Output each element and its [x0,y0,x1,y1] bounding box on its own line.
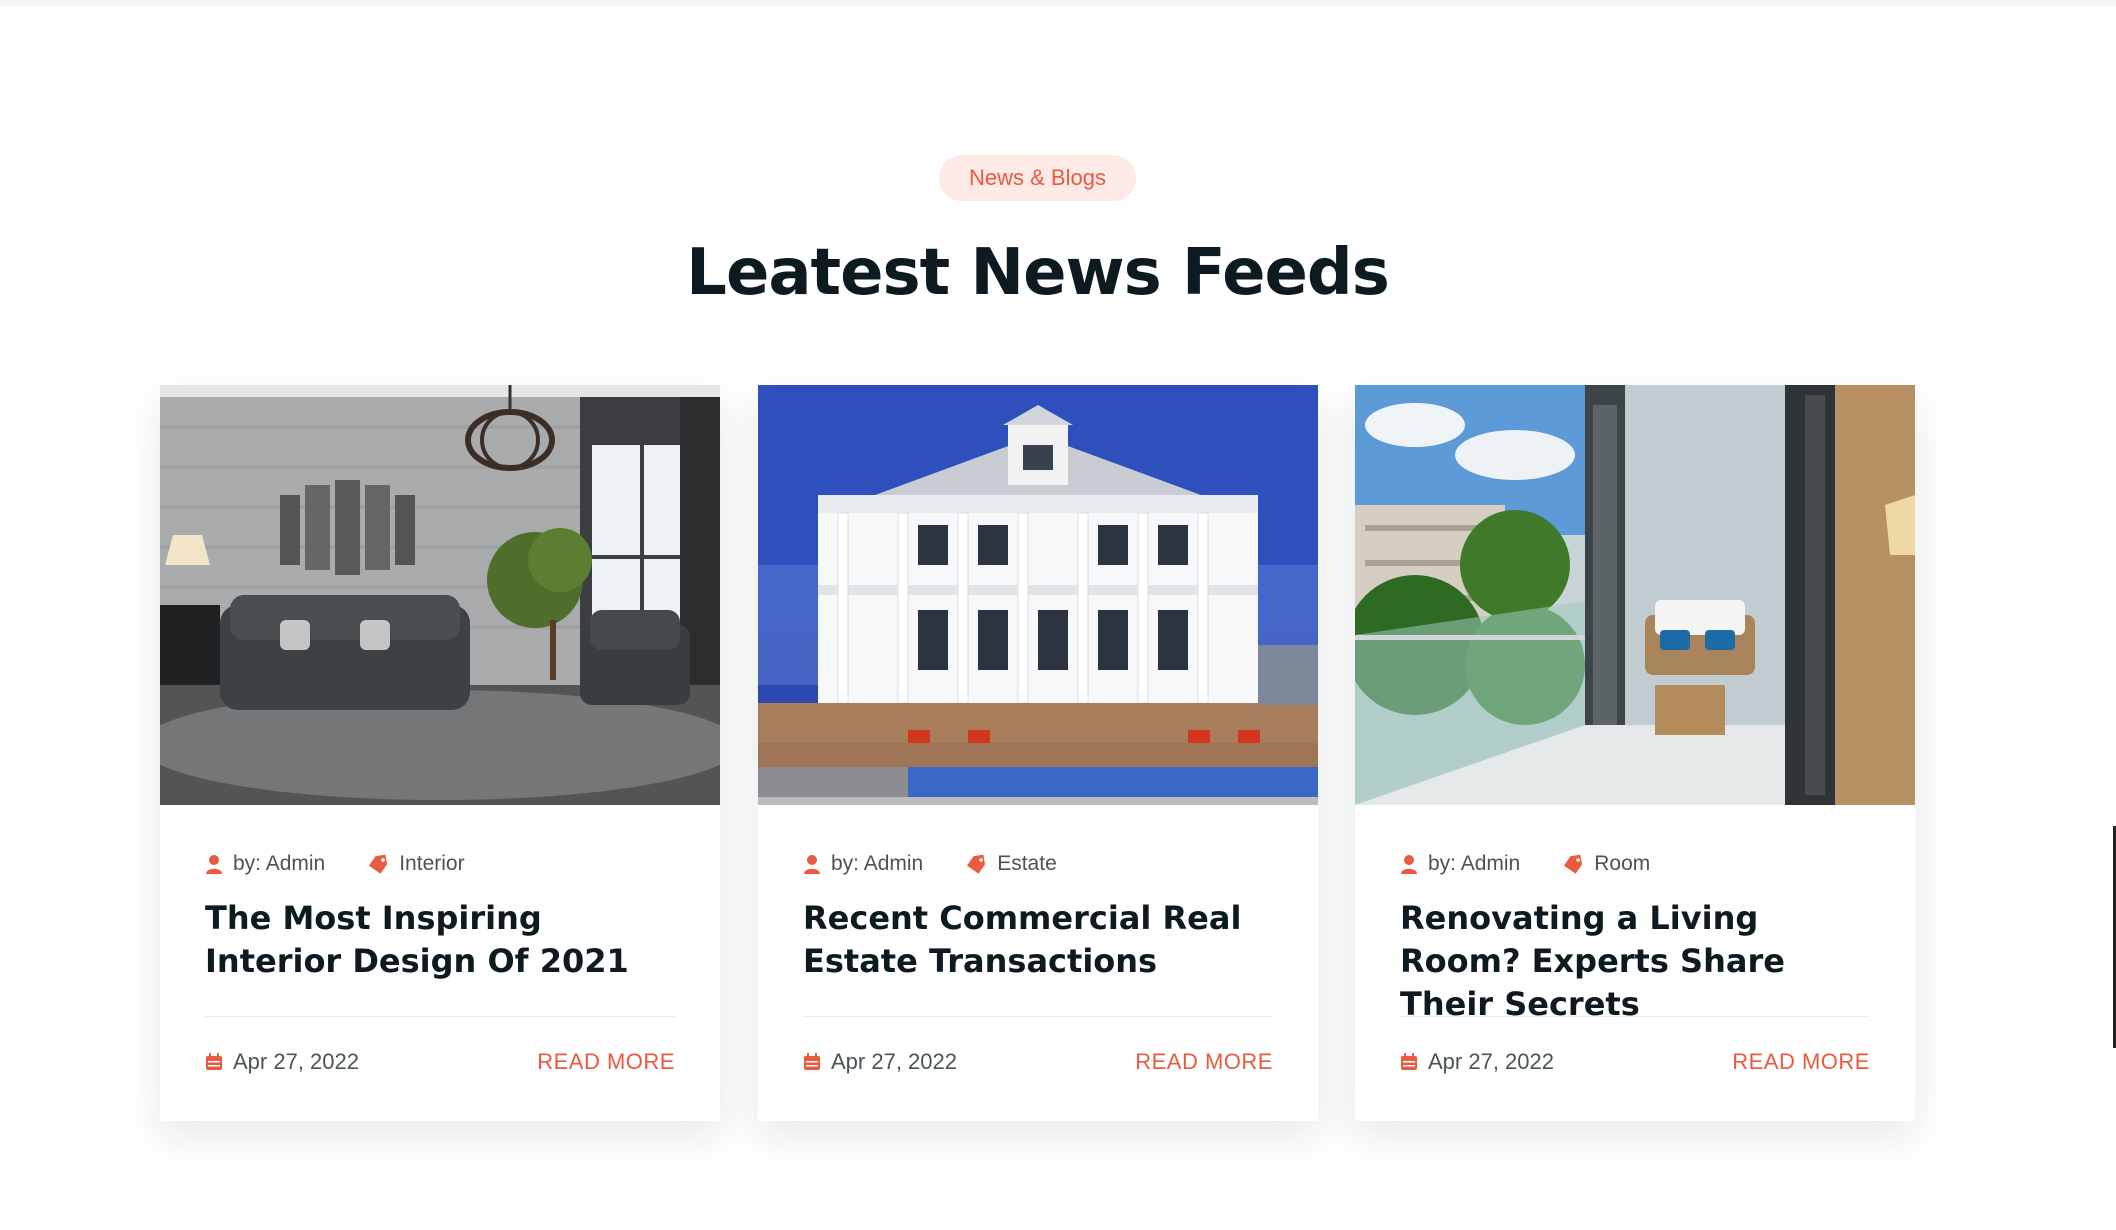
author-meta[interactable]: by: Admin [1400,852,1520,876]
read-more-link[interactable]: READ MORE [1732,1049,1870,1075]
date-label: Apr 27, 2022 [233,1049,359,1074]
author-label: by: Admin [831,852,924,875]
section-title: Leatest News Feeds [686,236,1390,310]
author-label: by: Admin [233,852,326,875]
tag-icon [1564,854,1583,874]
category-label: Interior [399,852,465,875]
calendar-icon [804,1053,820,1070]
category-label: Estate [997,852,1057,875]
top-divider-strip [0,0,2116,6]
balcony-image [1355,385,1915,805]
card-divider [803,1016,1273,1017]
card-divider [205,1016,675,1017]
blog-card[interactable]: by: Admin Estate Recent Commercial Real … [758,385,1318,1121]
date-label: Apr 27, 2022 [831,1049,957,1074]
read-more-link[interactable]: READ MORE [537,1049,675,1075]
card-meta: by: Admin Room [1400,852,1692,876]
calendar-icon [206,1053,222,1070]
tag-icon [967,854,986,874]
category-meta[interactable]: Interior [367,852,465,876]
calendar-icon [1401,1053,1417,1070]
section-eyebrow-badge: News & Blogs [939,155,1136,201]
read-more-link[interactable]: READ MORE [1135,1049,1273,1075]
user-icon [804,855,820,874]
card-title[interactable]: Recent Commercial Real Estate Transactio… [803,897,1283,983]
card-title[interactable]: Renovating a Living Room? Experts Share … [1400,897,1880,1026]
card-footer: Apr 27, 2022 READ MORE [1400,1049,1870,1075]
card-meta: by: Admin Estate [803,852,1099,876]
post-date: Apr 27, 2022 [205,1049,359,1075]
living-room-image [160,385,720,805]
date-label: Apr 27, 2022 [1428,1049,1554,1074]
beach-house-photo[interactable] [758,385,1318,805]
beach-house-image [758,385,1318,805]
author-meta[interactable]: by: Admin [803,852,923,876]
category-meta[interactable]: Room [1562,852,1650,876]
post-date: Apr 27, 2022 [803,1049,957,1075]
blog-card[interactable]: by: Admin Room Renovating a Living Room?… [1355,385,1915,1121]
tag-icon [369,854,388,874]
user-icon [1401,855,1417,874]
balcony-photo[interactable] [1355,385,1915,805]
card-meta: by: Admin Interior [205,852,507,876]
post-date: Apr 27, 2022 [1400,1049,1554,1075]
living-room-photo[interactable] [160,385,720,805]
blog-card[interactable]: by: Admin Interior The Most Inspiring In… [160,385,720,1121]
author-label: by: Admin [1428,852,1521,875]
section-header: News & Blogs Leatest News Feeds [0,155,2075,309]
category-label: Room [1594,852,1651,875]
user-icon [206,855,222,874]
card-divider [1400,1016,1870,1017]
card-footer: Apr 27, 2022 READ MORE [803,1049,1273,1075]
category-meta[interactable]: Estate [965,852,1057,876]
author-meta[interactable]: by: Admin [205,852,325,876]
card-title[interactable]: The Most Inspiring Interior Design Of 20… [205,897,685,983]
card-footer: Apr 27, 2022 READ MORE [205,1049,675,1075]
